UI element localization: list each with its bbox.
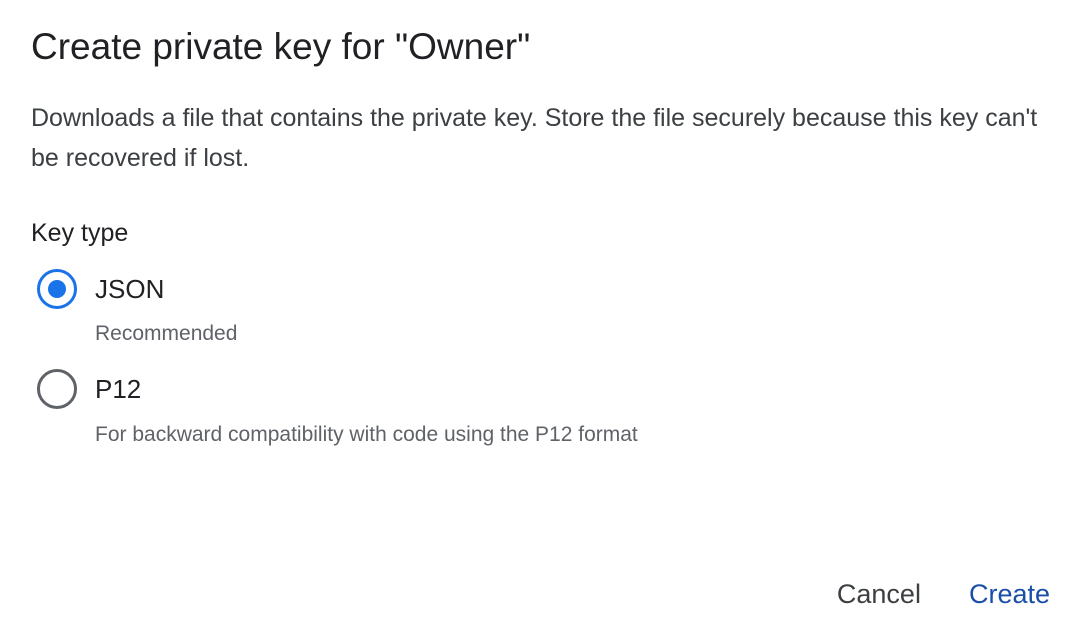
dialog-description: Downloads a file that contains the priva… bbox=[31, 104, 1038, 172]
create-private-key-dialog: Create private key for "Owner" Downloads… bbox=[0, 0, 1082, 627]
radio-hint-json: Recommended bbox=[95, 322, 238, 345]
radio-option-p12[interactable]: P12 bbox=[37, 369, 141, 409]
key-type-label: Key type bbox=[31, 219, 129, 247]
dialog-actions: Cancel Create bbox=[825, 572, 1062, 616]
radio-button-p12[interactable] bbox=[37, 369, 77, 409]
radio-button-json[interactable] bbox=[37, 269, 77, 309]
dialog-title: Create private key for "Owner" bbox=[31, 26, 531, 67]
radio-label-p12: P12 bbox=[95, 374, 142, 404]
radio-hint-p12: For backward compatibility with code usi… bbox=[95, 423, 638, 446]
create-button[interactable]: Create bbox=[957, 572, 1062, 616]
radio-option-json[interactable]: JSON bbox=[37, 269, 164, 309]
cancel-button[interactable]: Cancel bbox=[825, 572, 933, 616]
radio-label-json: JSON bbox=[95, 274, 165, 304]
